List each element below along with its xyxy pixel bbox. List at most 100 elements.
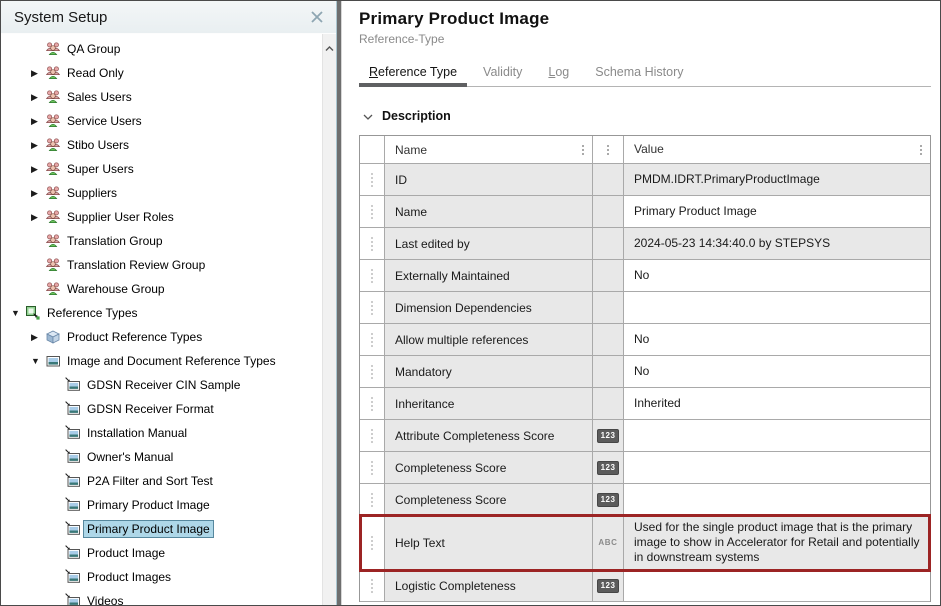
image-ref-icon xyxy=(65,473,83,489)
expander-collapsed-icon[interactable]: ▶ xyxy=(29,164,45,175)
row-drag-handle[interactable] xyxy=(371,536,373,550)
row-drag-handle[interactable] xyxy=(371,397,373,411)
numeric-type-icon: 123 xyxy=(597,429,620,443)
expander-collapsed-icon[interactable]: ▶ xyxy=(29,140,45,151)
tree-item-warehouse-group[interactable]: Warehouse Group xyxy=(1,277,322,301)
close-icon[interactable] xyxy=(308,8,326,26)
expander-collapsed-icon[interactable]: ▶ xyxy=(29,188,45,199)
tree-item-videos[interactable]: Videos xyxy=(1,589,322,605)
icon-column-menu-icon[interactable] xyxy=(607,145,609,155)
row-handle-cell xyxy=(360,196,385,228)
attribute-type-cell: 123 xyxy=(593,452,624,484)
tree-item-reference-types[interactable]: ▼Reference Types xyxy=(1,301,322,325)
table-row-name: Name Primary Product Image xyxy=(360,196,930,228)
tree-item-super-users[interactable]: ▶Super Users xyxy=(1,157,322,181)
expander-expanded-icon[interactable]: ▼ xyxy=(9,308,25,318)
attribute-value-cell[interactable]: Used for the single product image that i… xyxy=(624,516,930,570)
tree-item-product-reference-types[interactable]: ▶ Product Reference Types xyxy=(1,325,322,349)
tree-item-primary-product-image[interactable]: Primary Product Image xyxy=(1,517,322,541)
collapse-chevron-icon[interactable] xyxy=(363,107,373,125)
attribute-value-cell[interactable] xyxy=(624,452,930,484)
attribute-value-cell[interactable]: Primary Product Image xyxy=(624,196,930,228)
tree-item-gdsn-receiver-cin-sample[interactable]: GDSN Receiver CIN Sample xyxy=(1,373,322,397)
scrollbar[interactable] xyxy=(322,34,336,605)
tree-item-image-and-document-reference-types[interactable]: ▼ Image and Document Reference Types xyxy=(1,349,322,373)
image-ref-icon xyxy=(65,449,83,465)
tree-item-label: Product Reference Types xyxy=(63,328,206,346)
tab-schema-history[interactable]: Schema History xyxy=(585,61,693,86)
tree-item-p2a-filter-and-sort-test[interactable]: P2A Filter and Sort Test xyxy=(1,469,322,493)
attribute-name-cell: Completeness Score xyxy=(385,484,593,516)
attribute-name-cell: Name xyxy=(385,196,593,228)
row-drag-handle[interactable] xyxy=(371,333,373,347)
attribute-type-cell: 123 xyxy=(593,484,624,516)
tree-item-gdsn-receiver-format[interactable]: GDSN Receiver Format xyxy=(1,397,322,421)
tree-item-translation-review-group[interactable]: Translation Review Group xyxy=(1,253,322,277)
row-drag-handle[interactable] xyxy=(371,237,373,251)
application-window: System Setup QA Group▶Read Only▶Sales Us… xyxy=(0,0,941,606)
tab-reference-type[interactable]: Reference Type xyxy=(359,61,467,86)
attribute-value-cell[interactable] xyxy=(624,420,930,452)
attribute-type-cell xyxy=(593,228,624,260)
table-row-externally-maintained: Externally MaintainedNo xyxy=(360,260,930,292)
expander-expanded-icon[interactable]: ▼ xyxy=(29,356,45,366)
attribute-value-cell[interactable]: No xyxy=(624,356,930,388)
panel-titlebar: System Setup xyxy=(1,1,336,34)
tree-item-owner-s-manual[interactable]: Owner's Manual xyxy=(1,445,322,469)
tree-item-read-only[interactable]: ▶Read Only xyxy=(1,61,322,85)
tree-item-label: Sales Users xyxy=(63,88,136,106)
row-drag-handle[interactable] xyxy=(371,365,373,379)
text-type-icon: ABC xyxy=(598,539,617,547)
attribute-value-cell[interactable]: Inherited xyxy=(624,388,930,420)
row-drag-handle[interactable] xyxy=(371,579,373,593)
row-drag-handle[interactable] xyxy=(371,493,373,507)
row-drag-handle[interactable] xyxy=(371,429,373,443)
attribute-value-cell[interactable] xyxy=(624,484,930,516)
attribute-value-cell[interactable] xyxy=(624,570,930,602)
tree-item-product-images[interactable]: Product Images xyxy=(1,565,322,589)
row-drag-handle[interactable] xyxy=(371,461,373,475)
tree-item-sales-users[interactable]: ▶ Sales Users xyxy=(1,85,322,109)
row-drag-handle[interactable] xyxy=(371,301,373,315)
expander-collapsed-icon[interactable]: ▶ xyxy=(29,212,45,223)
tree-item-installation-manual[interactable]: Installation Manual xyxy=(1,421,322,445)
tree-item-suppliers[interactable]: ▶Suppliers xyxy=(1,181,322,205)
expander-collapsed-icon[interactable]: ▶ xyxy=(29,68,45,79)
scroll-up-icon[interactable] xyxy=(325,39,334,49)
tree-item-stibo-users[interactable]: ▶Stibo Users xyxy=(1,133,322,157)
row-drag-handle[interactable] xyxy=(371,173,373,187)
attribute-value-cell[interactable] xyxy=(624,292,930,324)
attribute-value-cell[interactable]: No xyxy=(624,260,930,292)
tree-item-primary-product-image[interactable]: Primary Product Image xyxy=(1,493,322,517)
tree-item-service-users[interactable]: ▶Service Users xyxy=(1,109,322,133)
image-ref-icon xyxy=(65,593,83,605)
tree-item-translation-group[interactable]: Translation Group xyxy=(1,229,322,253)
tree-item-label: Image and Document Reference Types xyxy=(63,352,280,370)
expander-collapsed-icon[interactable]: ▶ xyxy=(29,92,45,103)
tree-item-product-image[interactable]: Product Image xyxy=(1,541,322,565)
attribute-value-cell[interactable]: PMDM.IDRT.PrimaryProductImage xyxy=(624,164,930,196)
row-handle-cell xyxy=(360,420,385,452)
attribute-type-cell xyxy=(593,196,624,228)
tree-item-label: Supplier User Roles xyxy=(63,208,178,226)
row-drag-handle[interactable] xyxy=(371,269,373,283)
expander-collapsed-icon[interactable]: ▶ xyxy=(29,332,45,343)
attribute-name-label: Name xyxy=(395,205,427,219)
tree-item-supplier-user-roles[interactable]: ▶ Supplier User Roles xyxy=(1,205,322,229)
tab-log[interactable]: Log xyxy=(538,61,579,86)
expander-collapsed-icon[interactable]: ▶ xyxy=(29,116,45,127)
description-section-header[interactable]: Description xyxy=(359,107,931,125)
value-column-menu-icon[interactable] xyxy=(920,145,922,155)
tree-item-label: Warehouse Group xyxy=(63,280,169,298)
row-handle-cell xyxy=(360,292,385,324)
tab-validity[interactable]: Validity xyxy=(473,61,532,86)
row-handle-cell xyxy=(360,452,385,484)
attribute-name-label: Last edited by xyxy=(395,237,470,251)
table-row-last-edited-by: Last edited by 2024-05-23 14:34:40.0 by S… xyxy=(360,228,930,260)
row-drag-handle[interactable] xyxy=(371,205,373,219)
attribute-value-cell[interactable]: No xyxy=(624,324,930,356)
tree-item-qa-group[interactable]: QA Group xyxy=(1,37,322,61)
name-column-menu-icon[interactable] xyxy=(582,145,584,155)
attribute-value-cell[interactable]: 2024-05-23 14:34:40.0 by STEPSYS xyxy=(624,228,930,260)
header-handle-cell xyxy=(360,136,385,164)
